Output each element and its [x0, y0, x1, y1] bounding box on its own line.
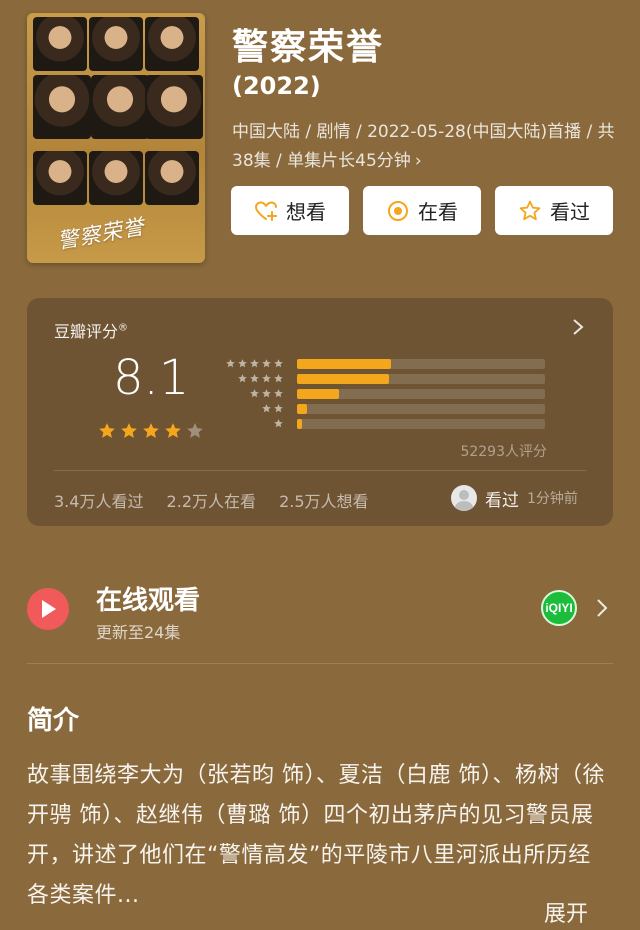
distribution-row-5-star	[223, 358, 553, 370]
watch-online-subtitle: 更新至24集	[96, 623, 181, 642]
cast-photo	[33, 151, 87, 205]
mini-star-icon	[226, 359, 235, 368]
watch-online-title[interactable]: 在线观看	[96, 580, 200, 617]
play-button[interactable]	[27, 588, 69, 630]
show-meta-text: 中国大陆 / 剧情 / 2022-05-28(中国大陆)首播 / 共38集 / …	[232, 122, 615, 171]
cast-photo	[89, 17, 143, 71]
distribution-bar	[297, 419, 302, 429]
want-to-watch-button[interactable]: 想看	[231, 186, 349, 235]
cast-photo	[145, 17, 199, 71]
chevron-right-icon: ›	[414, 151, 422, 171]
star-outline-icon	[519, 200, 541, 220]
cast-photo	[89, 151, 143, 205]
avatar	[451, 485, 477, 511]
divider	[27, 663, 613, 664]
divider	[54, 470, 586, 471]
distribution-track	[297, 359, 545, 369]
distribution-bar	[297, 389, 340, 399]
mini-star-icon	[274, 404, 283, 413]
star-filled-icon	[165, 423, 181, 438]
audience-stats: 3.4万人看过 2.2万人在看 2.5万人想看	[54, 488, 387, 512]
mini-star-icon	[238, 374, 247, 383]
registered-mark: ®	[118, 322, 129, 334]
rating-score: 8.1	[113, 350, 190, 406]
distribution-bar	[297, 374, 389, 384]
iqiyi-logo[interactable]: iQIYI	[541, 590, 577, 626]
mini-star-icon	[250, 389, 259, 398]
cast-photo	[145, 151, 199, 205]
distribution-row-3-star	[223, 388, 553, 400]
show-meta[interactable]: 中国大陆 / 剧情 / 2022-05-28(中国大陆)首播 / 共38集 / …	[232, 118, 622, 176]
watched-count[interactable]: 3.4万人看过	[54, 492, 143, 511]
want-count[interactable]: 2.5万人想看	[279, 492, 368, 511]
distribution-track	[297, 374, 545, 384]
mini-star-icon	[238, 359, 247, 368]
distribution-track	[297, 389, 545, 399]
target-icon	[388, 200, 408, 221]
mini-star-icon	[274, 389, 283, 398]
distribution-row-2-star	[223, 403, 553, 415]
watching-label: 在看	[418, 200, 458, 224]
star-filled-icon	[121, 423, 137, 438]
mini-stars	[249, 388, 284, 399]
mini-star-icon	[274, 359, 283, 368]
star-filled-icon	[99, 423, 115, 438]
watched-button[interactable]: 看过	[495, 186, 613, 235]
friend-time: 1分钟前	[527, 491, 578, 507]
distribution-row-1-star	[223, 418, 553, 430]
expand-link[interactable]: 展开	[544, 896, 588, 928]
mini-stars	[237, 373, 284, 384]
watched-label: 看过	[550, 200, 590, 224]
mini-star-icon	[262, 404, 271, 413]
chevron-right-icon[interactable]	[596, 598, 608, 618]
mini-star-icon	[250, 374, 259, 383]
rating-title-text: 豆瓣评分	[54, 322, 119, 341]
rating-card[interactable]: 豆瓣评分® 8.1 52293人评分 3.4万人看过 2.2万人在看 2.5万人…	[27, 298, 613, 526]
mini-star-icon	[274, 374, 283, 383]
show-year: (2022)	[232, 72, 321, 100]
cast-photo	[33, 17, 87, 71]
want-to-watch-label: 想看	[286, 200, 326, 224]
distribution-bar	[297, 404, 307, 414]
distribution-row-4-star	[223, 373, 553, 385]
mini-stars	[273, 418, 284, 429]
star-filled-icon	[143, 423, 159, 438]
cast-photo	[91, 75, 149, 139]
rating-stars	[97, 421, 205, 441]
watching-button[interactable]: 在看	[363, 186, 481, 235]
star-empty-icon	[187, 423, 203, 438]
distribution-track	[297, 419, 545, 429]
intro-text: 故事围绕李大为（张若昀 饰）、夏洁（白鹿 饰）、杨树（徐开骋 饰）、赵继伟（曹璐…	[27, 763, 605, 908]
intro-heading: 简介	[27, 706, 80, 736]
chevron-right-icon[interactable]	[571, 318, 585, 336]
friend-activity[interactable]: 看过 1分钟前	[451, 485, 578, 511]
poster-title: 警察荣誉	[55, 214, 147, 254]
mini-stars	[225, 358, 284, 369]
poster-image[interactable]: 警察荣誉	[27, 13, 205, 263]
watching-count[interactable]: 2.2万人在看	[167, 492, 256, 511]
play-icon	[42, 600, 56, 618]
mini-star-icon	[250, 359, 259, 368]
mini-star-icon	[274, 419, 283, 428]
distribution-track	[297, 404, 545, 414]
mini-star-icon	[262, 359, 271, 368]
show-title: 警察荣誉	[232, 27, 385, 68]
mini-stars	[261, 403, 284, 414]
rating-count: 52293人评分	[460, 444, 547, 460]
mini-star-icon	[262, 389, 271, 398]
heart-plus-icon	[254, 200, 277, 221]
cast-photo	[33, 75, 91, 139]
friend-status: 看过	[485, 490, 519, 511]
rating-title: 豆瓣评分®	[54, 318, 128, 342]
mini-star-icon	[262, 374, 271, 383]
cast-photo	[145, 75, 203, 139]
distribution-bar	[297, 359, 392, 369]
